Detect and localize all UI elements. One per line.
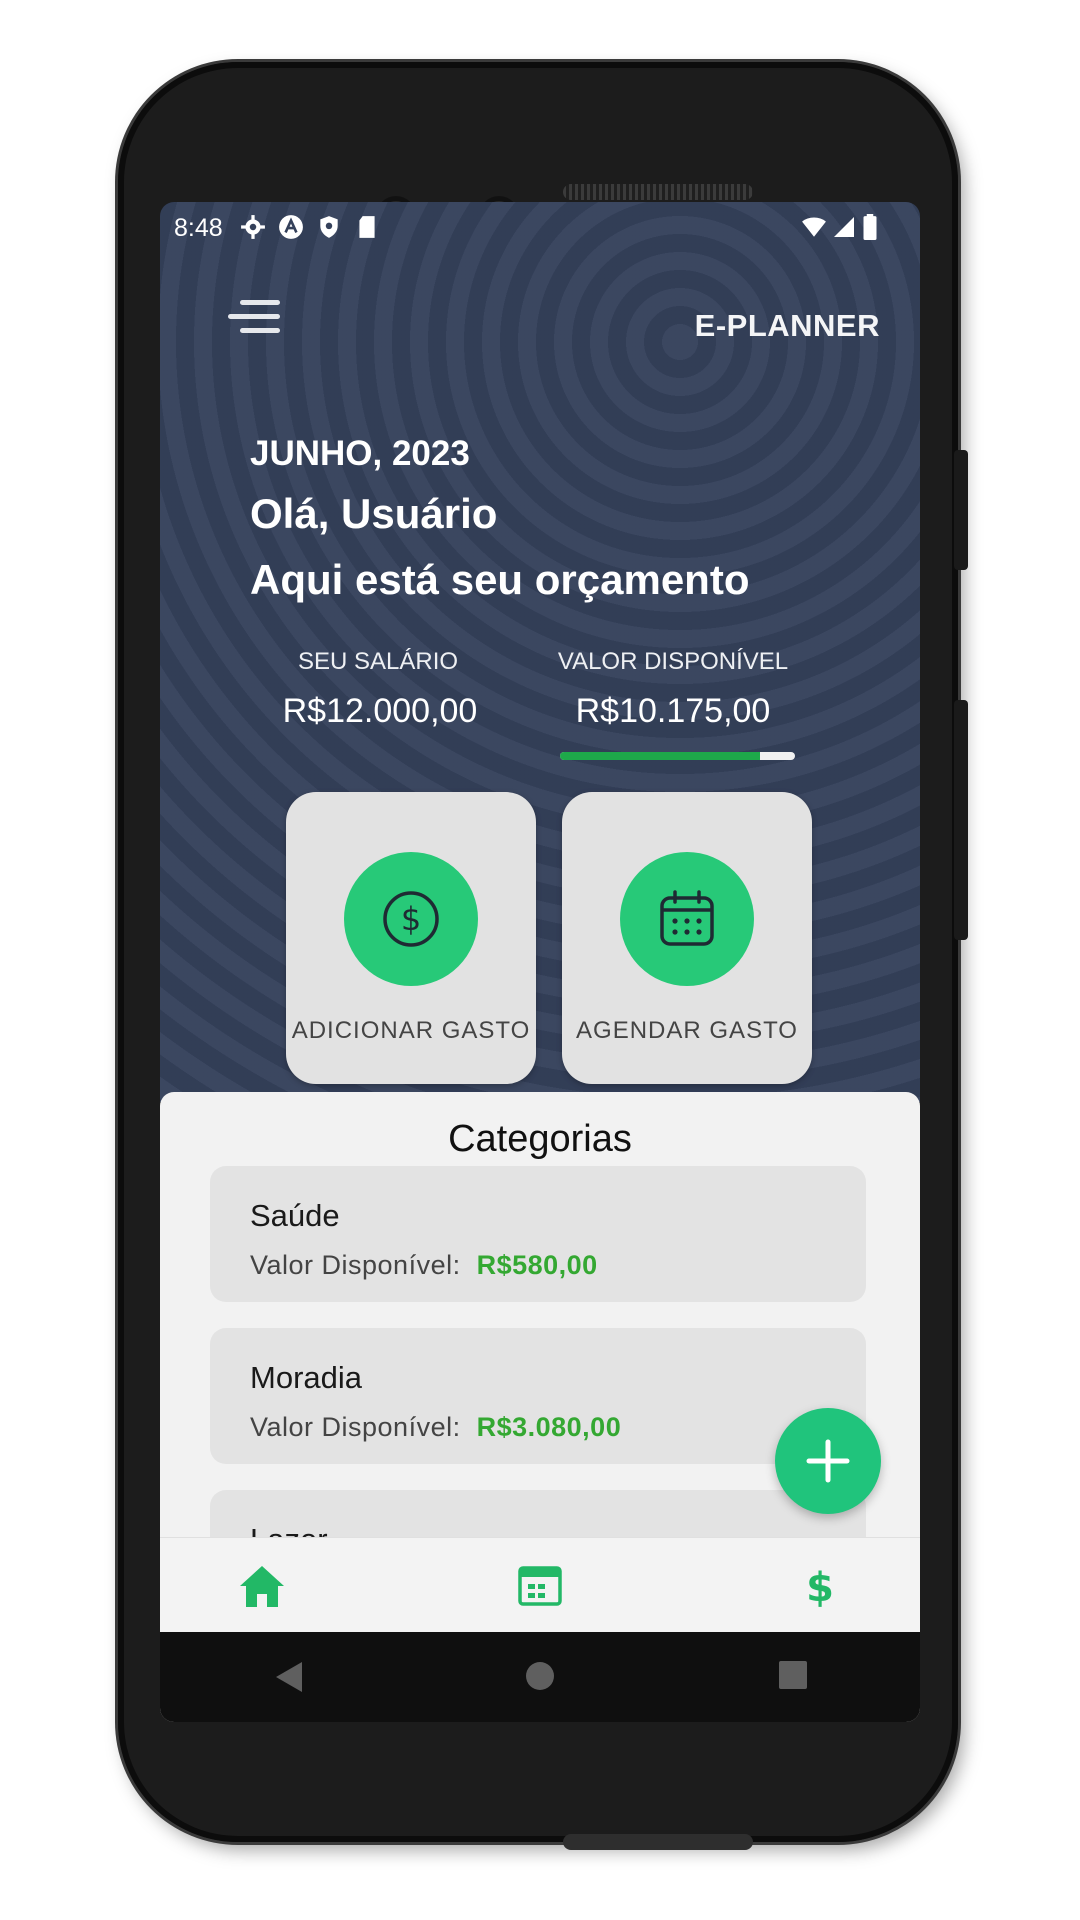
app-title: E-PLANNER — [694, 308, 880, 343]
nav-home[interactable] — [232, 1558, 292, 1614]
available-value: R$10.175,00 — [575, 692, 771, 730]
battery-icon — [863, 214, 877, 240]
add-expense-button[interactable]: $ ADICIONAR GASTO — [286, 792, 536, 1084]
category-available-label: Valor Disponível: — [250, 1412, 461, 1442]
category-available-row: Valor Disponível: R$3.080,00 — [250, 1412, 621, 1443]
category-available-value: R$3.080,00 — [476, 1412, 622, 1442]
add-expense-icon-circle: $ — [344, 852, 478, 986]
category-available-value: R$580,00 — [476, 1250, 598, 1280]
budget-progress-bar — [560, 752, 795, 760]
category-available-row: Valor Disponível: R$580,00 — [250, 1250, 598, 1281]
plus-icon — [806, 1439, 850, 1483]
menu-line — [228, 314, 280, 319]
category-name: Moradia — [250, 1360, 362, 1395]
recents-icon[interactable] — [778, 1660, 808, 1690]
greeting: Olá, Usuário — [250, 490, 498, 537]
month-label: JUNHO, 2023 — [250, 434, 470, 473]
salary-value: R$12.000,00 — [282, 692, 478, 730]
category-name: Saúde — [250, 1198, 340, 1233]
wifi-icon — [802, 217, 826, 237]
available-label: VALOR DISPONÍVEL — [557, 648, 789, 675]
categories-title: Categorias — [448, 1118, 632, 1160]
svg-text:$: $ — [401, 900, 421, 938]
power-button — [954, 450, 968, 570]
menu-button[interactable] — [228, 298, 280, 340]
schedule-expense-button[interactable]: AGENDAR GASTO — [562, 792, 812, 1084]
budget-subtitle: Aqui está seu orçamento — [250, 556, 750, 603]
status-time: 8:48 — [174, 214, 223, 242]
schedule-expense-label: AGENDAR GASTO — [576, 1017, 798, 1044]
signal-icon — [834, 217, 854, 237]
calendar-icon — [660, 890, 714, 946]
screen: 8:48 E-PLANNER JUNHO, 2023 Olá, Usuário … — [160, 202, 920, 1722]
hero-section: 8:48 E-PLANNER JUNHO, 2023 Olá, Usuário … — [160, 202, 920, 1102]
home-icon — [240, 1566, 284, 1607]
home-circle-icon[interactable] — [524, 1660, 556, 1692]
schedule-expense-icon-circle — [620, 852, 754, 986]
dollar-icon: $ — [806, 1565, 834, 1611]
category-card-moradia[interactable]: Moradia Valor Disponível: R$3.080,00 — [210, 1328, 866, 1464]
back-icon[interactable] — [274, 1660, 304, 1694]
gear-icon — [241, 215, 265, 239]
system-navigation-bar — [160, 1632, 920, 1722]
hamburger-menu-icon — [240, 300, 280, 305]
category-card-saude[interactable]: Saúde Valor Disponível: R$580,00 — [210, 1166, 866, 1302]
nav-calendar[interactable] — [510, 1558, 570, 1614]
status-bar: 8:48 — [160, 202, 920, 252]
bottom-speaker — [563, 1834, 753, 1850]
volume-button — [954, 700, 968, 940]
sd-card-icon — [359, 216, 375, 238]
menu-line — [240, 328, 280, 333]
dollar-circle-icon: $ — [383, 891, 439, 947]
nav-finance[interactable]: $ — [790, 1558, 850, 1614]
budget-progress-fill — [560, 752, 760, 760]
calendar-icon — [518, 1566, 562, 1606]
salary-label: SEU SALÁRIO — [297, 648, 459, 675]
svg-text:$: $ — [806, 1565, 834, 1611]
bottom-navigation: $ — [160, 1537, 920, 1633]
add-expense-label: ADICIONAR GASTO — [291, 1017, 531, 1044]
category-available-label: Valor Disponível: — [250, 1250, 461, 1280]
a-icon — [279, 215, 303, 239]
shield-icon — [320, 216, 338, 238]
earpiece-speaker — [563, 184, 753, 200]
add-category-fab[interactable] — [775, 1408, 881, 1514]
